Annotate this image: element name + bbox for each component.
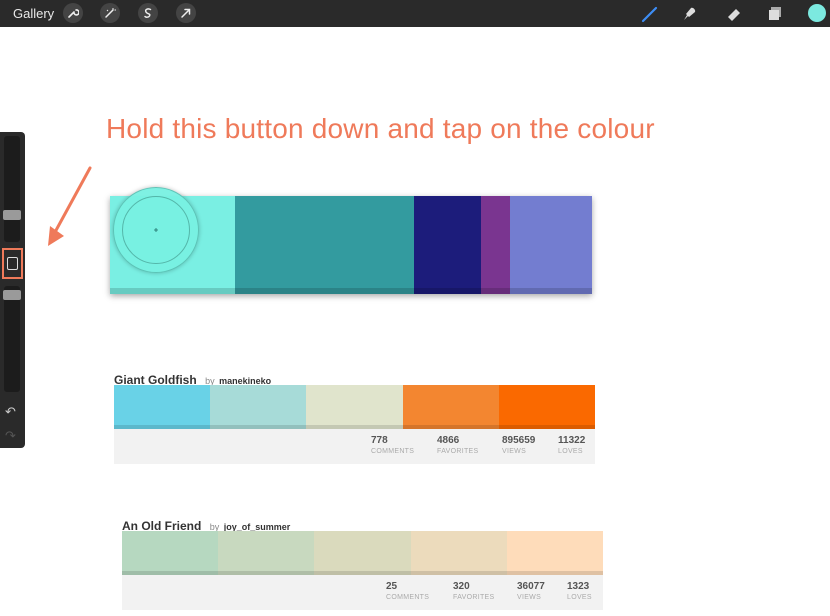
eyedropper-loupe	[113, 187, 199, 273]
smudge-icon[interactable]	[679, 4, 699, 24]
crosshair-icon	[154, 228, 158, 232]
palette-swatches[interactable]	[122, 531, 604, 575]
color-swatch-3[interactable]	[306, 385, 403, 429]
palette-swatch-3[interactable]	[413, 196, 482, 294]
color-swatch-5[interactable]	[498, 385, 596, 429]
opacity-slider[interactable]	[4, 286, 20, 392]
color-swatch-2[interactable]	[218, 531, 315, 575]
transform-arrow-icon[interactable]	[176, 3, 196, 23]
stat-favorites: 4866 FAVORITES	[437, 435, 479, 455]
color-swatch-1[interactable]	[114, 385, 211, 429]
stat-views: 895659 VIEWS	[502, 435, 536, 455]
palette-swatch-2[interactable]	[235, 196, 414, 294]
color-swatch-1[interactable]	[122, 531, 219, 575]
stat-comments: 778 COMMENTS	[371, 435, 415, 455]
stat-favorites: 320 FAVORITES	[453, 581, 495, 601]
layers-icon[interactable]	[765, 4, 785, 24]
brush-size-handle[interactable]	[3, 210, 21, 220]
opacity-handle[interactable]	[3, 290, 21, 300]
wrench-icon[interactable]	[63, 3, 83, 23]
color-picker-button[interactable]	[808, 4, 826, 22]
stat-loves: 1323 LOVES	[567, 581, 592, 601]
selection-icon[interactable]	[138, 3, 158, 23]
brush-size-slider[interactable]	[4, 136, 20, 242]
square-icon	[7, 257, 18, 270]
color-swatch-4[interactable]	[402, 385, 499, 429]
palette-stats: 778 COMMENTS 4866 FAVORITES 895659 VIEWS…	[114, 429, 595, 464]
palette-card[interactable]: Giant Goldfish by manekineko 778 COMMENT…	[114, 371, 596, 464]
stat-loves: 11322 LOVES	[558, 435, 586, 455]
color-swatch-4[interactable]	[410, 531, 507, 575]
stat-comments: 25 COMMENTS	[386, 581, 430, 601]
palette-swatches[interactable]	[114, 385, 596, 429]
annotation-arrow-icon	[48, 166, 92, 246]
top-toolbar: Gallery	[0, 0, 830, 27]
palette-swatch-4[interactable]	[481, 196, 511, 294]
gallery-button[interactable]: Gallery	[13, 6, 54, 21]
color-swatch-3[interactable]	[314, 531, 411, 575]
redo-icon[interactable]: ↷	[5, 428, 16, 444]
palette-stats: 25 COMMENTS 320 FAVORITES 36077 VIEWS 13…	[122, 575, 603, 610]
color-swatch-5[interactable]	[506, 531, 604, 575]
undo-icon[interactable]: ↶	[5, 404, 16, 420]
modify-button[interactable]	[2, 248, 23, 279]
color-swatch-2[interactable]	[210, 385, 307, 429]
stat-views: 36077 VIEWS	[517, 581, 545, 601]
palette-card[interactable]: An Old Friend by joy_of_summer 25 COMMEN…	[122, 517, 604, 610]
instruction-annotation: Hold this button down and tap on the col…	[106, 113, 655, 144]
magic-wand-icon[interactable]	[100, 3, 120, 23]
left-sidebar: ↶ ↷	[0, 132, 25, 448]
brush-icon[interactable]	[640, 4, 660, 24]
eraser-icon[interactable]	[724, 4, 744, 24]
palette-swatch-5[interactable]	[510, 196, 592, 294]
